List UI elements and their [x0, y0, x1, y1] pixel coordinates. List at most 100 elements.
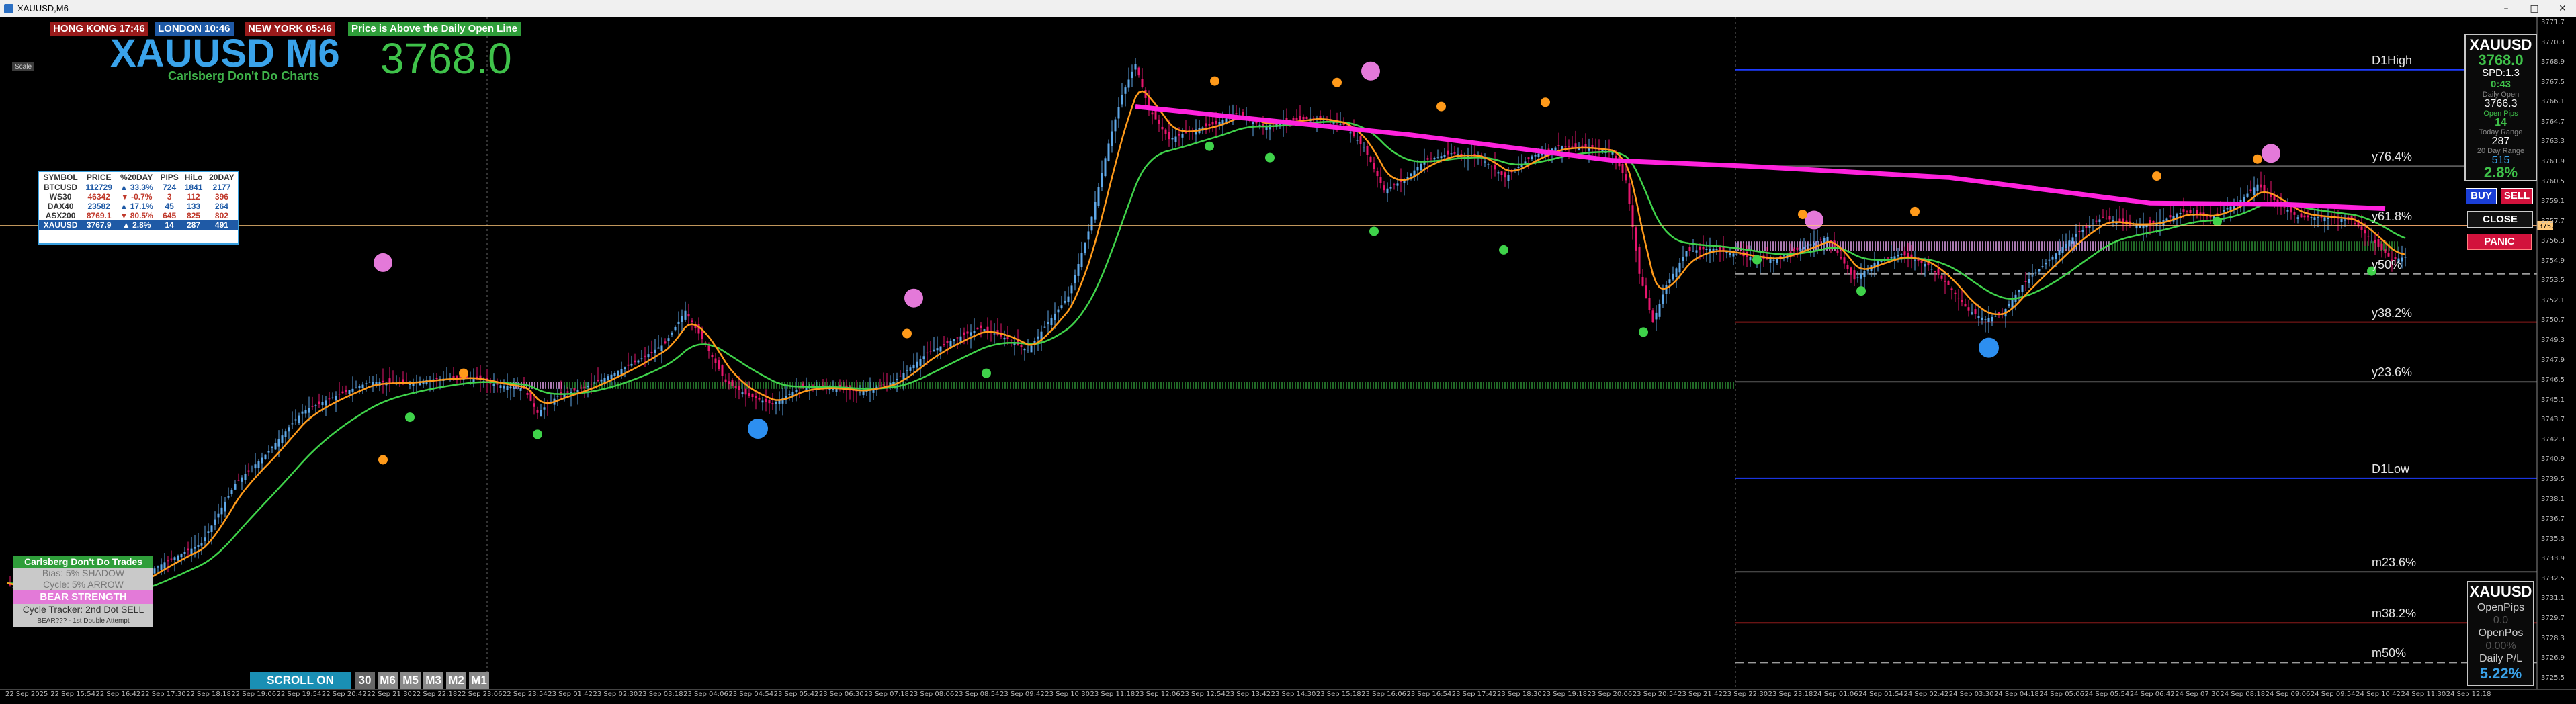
candle-body: [1977, 316, 1980, 318]
y-axis-tick: 3740.9: [2541, 455, 2565, 464]
panic-button[interactable]: PANIC: [2467, 234, 2532, 250]
signal-dot-icon: [1798, 210, 1807, 220]
buy-button[interactable]: BUY: [2466, 188, 2497, 204]
candle-body: [1850, 267, 1852, 275]
candle-body: [2169, 215, 2172, 218]
x-axis-tick: 22 Sep 19:54: [276, 691, 322, 698]
y-axis-tick: 3745.1: [2541, 396, 2565, 404]
timeframe-button-M5[interactable]: M5: [400, 672, 421, 689]
scale-icon[interactable]: Scale: [12, 62, 35, 71]
x-axis-tick: 23 Sep 21:42: [1678, 691, 1723, 698]
candle-body: [217, 513, 220, 518]
candle-body: [1712, 248, 1715, 251]
candle-body: [1359, 136, 1362, 144]
y-axis-tick: 3771.7: [2541, 19, 2565, 26]
candle-body: [1504, 172, 1506, 178]
signal-dot-icon: [1265, 152, 1275, 163]
watchlist-row[interactable]: BTCUSD 112729 ▲ 33.3% 724 1841 2177: [39, 183, 238, 192]
watchlist-row[interactable]: ASX200 8769.1 ▼ 80.5% 645 825 802: [39, 211, 238, 220]
candle-body: [325, 400, 327, 406]
candle-body: [714, 358, 717, 363]
candle-body: [1067, 296, 1070, 302]
candle-body: [244, 474, 247, 480]
candle-body: [1531, 156, 1533, 159]
watchlist-header: HiLo: [184, 173, 203, 182]
candle-body: [173, 557, 176, 560]
candle-body: [2189, 210, 2192, 213]
candle-body: [576, 389, 579, 392]
watchlist-row[interactable]: DAX40 23582 ▲ 17.1% 45 133 264: [39, 202, 238, 211]
candle-body: [301, 411, 304, 414]
candle-body: [2310, 217, 2313, 218]
x-axis-tick: 24 Sep 02:42: [1903, 691, 1949, 698]
candle-body: [1991, 316, 1993, 322]
x-axis-tick: 22 Sep 16:42: [95, 691, 141, 698]
candle-body: [1164, 129, 1167, 134]
candle-body: [2055, 253, 2057, 259]
candle-body: [1796, 247, 1799, 250]
watchlist-cell-hilo: 133: [187, 202, 201, 211]
candle-body: [1688, 247, 1691, 251]
candle-body: [771, 403, 774, 405]
candle-body: [1077, 264, 1080, 276]
candle-body: [1064, 300, 1066, 303]
candle-body: [341, 391, 344, 394]
close-button[interactable]: CLOSE: [2467, 211, 2533, 228]
timeframe-button-M6[interactable]: M6: [378, 672, 398, 689]
watchlist-cell-symbol: ASX200: [45, 211, 76, 220]
candle-body: [966, 331, 969, 334]
candle-body: [1772, 259, 1775, 261]
y-axis-tick: 3742.3: [2541, 435, 2565, 443]
candle-body: [1154, 110, 1157, 120]
candle-body: [1557, 145, 1560, 146]
timeframe-button-30[interactable]: 30: [355, 672, 375, 689]
candle-body: [1940, 275, 1943, 279]
candle-body: [1158, 119, 1160, 124]
x-axis-tick: 23 Sep 04:54: [728, 691, 774, 698]
candle-body: [728, 381, 730, 384]
candle-body: [768, 400, 771, 404]
close-window-icon[interactable]: ✕: [2549, 1, 2576, 16]
candle-body: [741, 392, 744, 394]
candle-body: [1860, 273, 1862, 279]
price-chart[interactable]: 3757.4: [0, 17, 2576, 704]
candle-body: [1665, 285, 1668, 294]
watchlist-cell-pct: ▲ 33.3%: [120, 183, 153, 192]
y-axis-tick: 3757.7: [2541, 217, 2565, 225]
candle-body: [1793, 249, 1795, 252]
candle-body: [1215, 120, 1217, 124]
candle-body: [348, 390, 351, 394]
watchlist-row[interactable]: XAUUSD 3767.9 ▲ 2.8% 14 287 491: [39, 220, 238, 230]
sell-button[interactable]: SELL: [2501, 188, 2533, 204]
maximize-icon[interactable]: □: [2521, 1, 2548, 16]
candle-body: [1396, 183, 1399, 186]
timeframe-button-M1[interactable]: M1: [469, 672, 489, 689]
candle-body: [499, 385, 502, 388]
candle-body: [1638, 247, 1641, 274]
y-axis-tick: 3752.1: [2541, 296, 2565, 304]
candle-body: [1436, 157, 1439, 158]
candle-body: [180, 554, 183, 558]
watchlist-cell-pips: 14: [165, 220, 174, 230]
fib-level-label: y50%: [2372, 257, 2403, 271]
watchlist-row[interactable]: WS30 46342 ▼ -0.7% 3 112 396: [39, 192, 238, 202]
timeframe-button-M3[interactable]: M3: [423, 672, 443, 689]
candle-body: [882, 384, 885, 386]
candle-body: [734, 386, 737, 388]
candle-body: [1947, 281, 1950, 285]
candle-body: [1168, 132, 1170, 140]
candle-body: [234, 484, 237, 490]
candle-body: [973, 331, 976, 333]
candle-body: [1440, 156, 1443, 159]
candle-body: [241, 477, 243, 482]
candle-body: [2034, 272, 2037, 274]
watchlist-cell-hilo: 825: [187, 211, 201, 220]
info-spread: SPD:1.3: [2482, 67, 2520, 79]
candle-body: [600, 379, 603, 382]
scroll-on-button[interactable]: SCROLL ON: [250, 672, 351, 689]
minimize-icon[interactable]: –: [2493, 1, 2520, 16]
candle-body: [1554, 147, 1557, 151]
timeframe-button-M2[interactable]: M2: [446, 672, 466, 689]
signal-dot-icon: [1910, 206, 1920, 216]
candle-body: [758, 397, 761, 400]
